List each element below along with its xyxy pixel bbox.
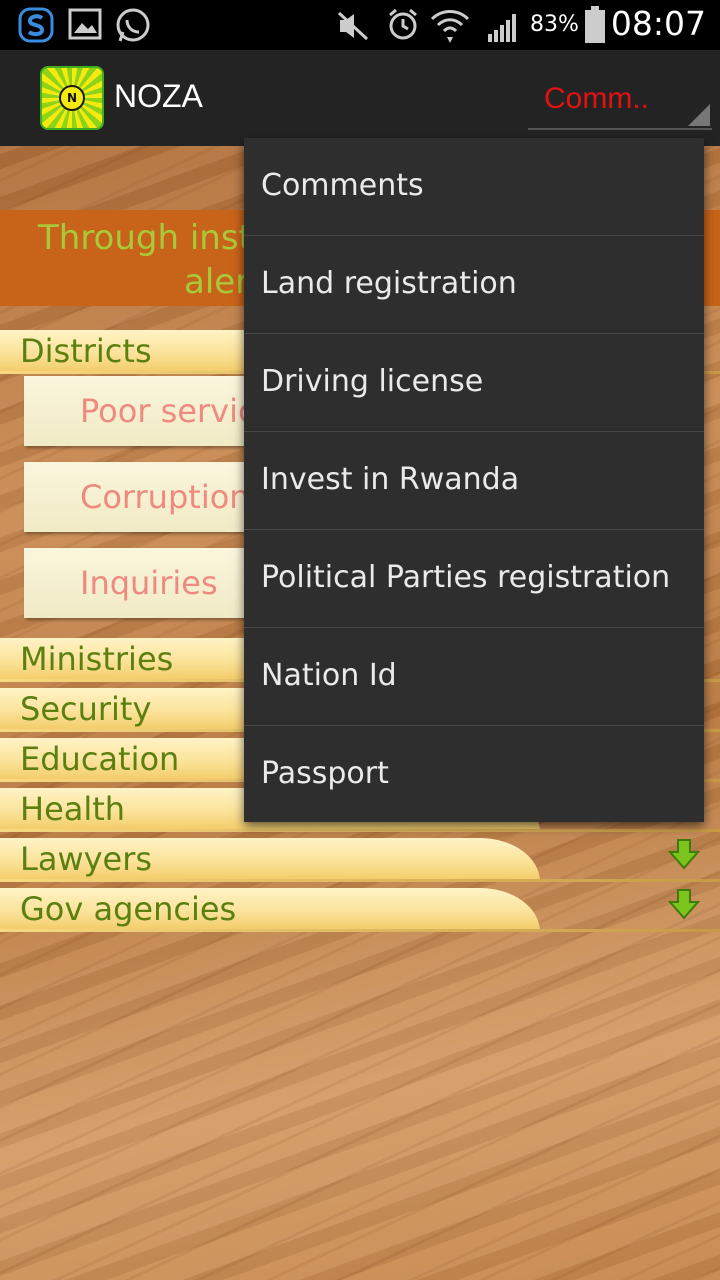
alarm-icon <box>389 8 417 40</box>
gallery-icon <box>68 8 102 40</box>
category-label: Education <box>20 740 180 778</box>
logo-letter: N <box>59 85 85 111</box>
banner-text-line2: aler <box>184 262 250 302</box>
expand-arrow-icon[interactable] <box>668 888 700 920</box>
signal-icon <box>488 14 516 42</box>
dropdown-item-nation-id[interactable]: Nation Id <box>244 628 704 726</box>
status-time: 08:07 <box>610 4 706 43</box>
s-app-icon <box>18 7 54 43</box>
category-divider <box>0 879 720 882</box>
dropdown-item-label: Political Parties registration <box>261 560 671 595</box>
dropdown-item-label: Invest in Rwanda <box>261 462 520 497</box>
subitem-inquiries[interactable]: Inquiries <box>24 548 254 618</box>
spinner-dropdown-menu: Comments Land registration Driving licen… <box>244 138 704 822</box>
category-lawyers[interactable]: Lawyers <box>0 838 720 882</box>
dropdown-item-label: Land registration <box>261 266 517 301</box>
category-label: Districts <box>20 332 152 370</box>
category-spinner[interactable]: Comm.. <box>528 72 712 130</box>
category-label: Health <box>20 790 126 828</box>
mute-icon <box>337 11 369 41</box>
category-divider <box>0 929 720 932</box>
dropdown-item-label: Nation Id <box>261 658 397 693</box>
spinner-arrow-icon <box>688 104 710 126</box>
category-label: Lawyers <box>20 840 153 878</box>
subitem-corruption[interactable]: Corruption <box>24 462 254 532</box>
battery-percent: 83% <box>530 12 579 37</box>
battery-icon <box>585 6 605 43</box>
subitem-poor-services[interactable]: Poor servic <box>24 376 256 446</box>
subitem-label: Poor servic <box>80 392 256 430</box>
whatsapp-icon <box>116 8 150 42</box>
wifi-icon <box>430 10 470 43</box>
spinner-selected-value: Comm.. <box>544 82 649 115</box>
category-label: Security <box>20 690 152 728</box>
banner-text-line1: Through inst <box>38 218 252 258</box>
dropdown-item-political-parties[interactable]: Political Parties registration <box>244 530 704 628</box>
dropdown-item-label: Passport <box>261 756 389 791</box>
dropdown-item-driving-license[interactable]: Driving license <box>244 334 704 432</box>
subitem-label: Corruption <box>80 478 250 516</box>
category-label: Ministries <box>20 640 174 678</box>
expand-arrow-icon[interactable] <box>668 838 700 870</box>
dropdown-item-invest-in-rwanda[interactable]: Invest in Rwanda <box>244 432 704 530</box>
category-label: Gov agencies <box>20 890 237 928</box>
dropdown-item-comments[interactable]: Comments <box>244 138 704 236</box>
action-bar: N NOZA Comm.. <box>0 50 720 146</box>
dropdown-item-label: Comments <box>261 168 424 203</box>
category-divider <box>0 829 720 832</box>
status-bar: 83% 08:07 <box>0 0 720 50</box>
dropdown-item-passport[interactable]: Passport <box>244 726 704 824</box>
dropdown-item-label: Driving license <box>261 364 484 399</box>
category-gov-agencies[interactable]: Gov agencies <box>0 888 720 932</box>
app-logo-icon[interactable]: N <box>40 66 104 130</box>
app-title: NOZA <box>114 78 203 114</box>
subitem-label: Inquiries <box>80 564 218 602</box>
dropdown-item-land-registration[interactable]: Land registration <box>244 236 704 334</box>
